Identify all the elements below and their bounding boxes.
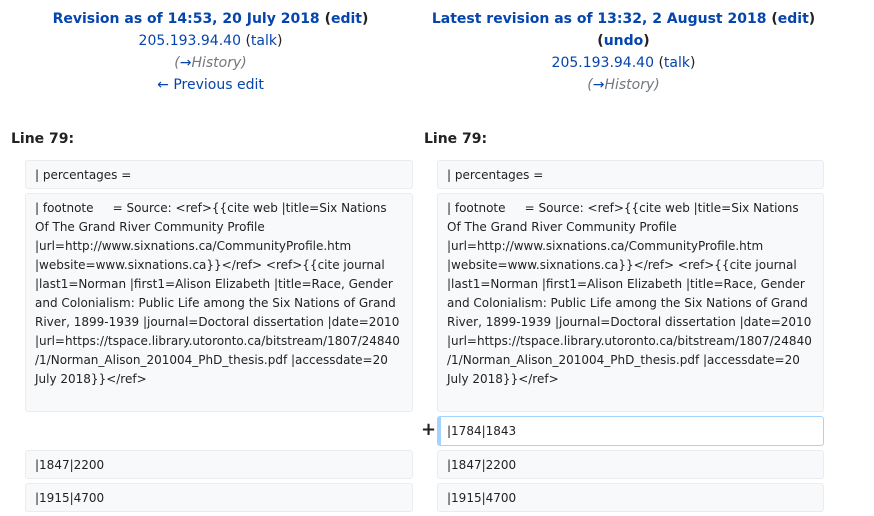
right-section-arrow-link[interactable]: →: [593, 77, 605, 93]
right-section-name: History: [604, 77, 655, 93]
undo-line: (undo): [597, 33, 650, 49]
right-line-number: Line 79:: [424, 131, 488, 147]
right-user-link[interactable]: 205.193.94.40: [552, 55, 654, 71]
left-context-line-footnote: | footnote = Source: <ref>{{cite web |ti…: [25, 193, 413, 412]
right-context-line-1847: |1847|2200: [437, 450, 824, 479]
left-context-line-1915: |1915|4700: [25, 483, 413, 512]
previous-edit-link[interactable]: ← Previous edit: [157, 77, 264, 93]
right-edit-link[interactable]: edit: [778, 11, 809, 27]
left-section-name: History: [191, 55, 242, 71]
left-edit-link[interactable]: edit: [331, 11, 362, 27]
left-edit-summary: (→History): [174, 55, 247, 71]
right-context-line-footnote: | footnote = Source: <ref>{{cite web |ti…: [437, 193, 824, 412]
right-revision-title: Latest revision as of 13:32, 2 August 20…: [431, 11, 816, 27]
right-revision-link[interactable]: Latest revision as of 13:32, 2 August 20…: [432, 11, 767, 27]
left-revision-title: Revision as of 14:53, 20 July 2018 (edit…: [52, 11, 369, 27]
left-section-arrow-link[interactable]: →: [180, 55, 192, 71]
left-user-line: 205.193.94.40 (talk): [138, 33, 283, 49]
left-user-link[interactable]: 205.193.94.40: [139, 33, 241, 49]
left-revision-link[interactable]: Revision as of 14:53, 20 July 2018: [53, 11, 320, 27]
right-context-line-percentages: | percentages =: [437, 160, 824, 189]
left-revision-header: Revision as of 14:53, 20 July 2018 (edit…: [8, 8, 413, 96]
left-line-number: Line 79:: [11, 131, 75, 147]
left-talk-link[interactable]: talk: [251, 33, 277, 49]
left-context-line-1847: |1847|2200: [25, 450, 413, 479]
right-talk-link[interactable]: talk: [664, 55, 690, 71]
right-added-line-1784: |1784|1843: [437, 416, 824, 446]
right-revision-header: Latest revision as of 13:32, 2 August 20…: [421, 8, 826, 96]
right-context-line-1915: |1915|4700: [437, 483, 824, 512]
left-context-line-percentages: | percentages =: [25, 160, 413, 189]
right-user-line: 205.193.94.40 (talk): [551, 55, 696, 71]
undo-link[interactable]: undo: [604, 33, 644, 49]
right-edit-summary: (→History): [587, 77, 660, 93]
added-line-marker: +: [421, 419, 437, 440]
